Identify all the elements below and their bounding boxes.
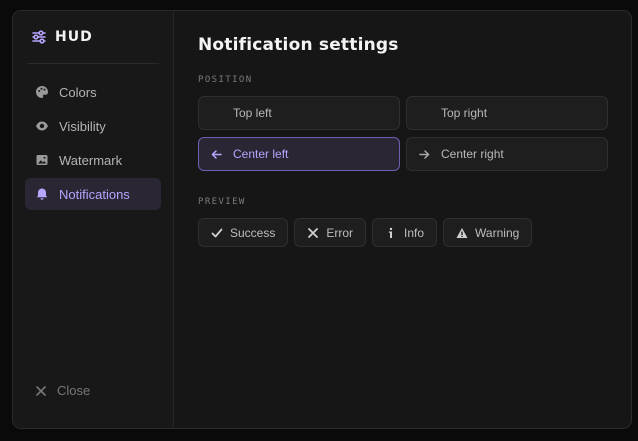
preview-buttons: Success Error Info Warning: [198, 218, 533, 247]
palette-icon: [35, 85, 49, 99]
sidebar-item-label: Colors: [59, 84, 97, 100]
eye-icon: [35, 119, 49, 133]
check-icon: [211, 227, 223, 239]
hud-settings-window: HUD Colors Visibility Watermark Notifica…: [12, 10, 632, 429]
close-icon: [35, 385, 47, 397]
brand: HUD: [31, 29, 93, 45]
warning-icon: [456, 227, 468, 239]
sidebar: HUD Colors Visibility Watermark Notifica…: [13, 11, 174, 428]
divider: [27, 63, 159, 64]
main-panel: Notification settings POSITION Top left …: [174, 11, 631, 428]
close-label: Close: [57, 383, 91, 398]
sidebar-item-label: Visibility: [59, 118, 106, 134]
sidebar-nav: Colors Visibility Watermark Notification…: [25, 76, 161, 212]
brand-name: HUD: [55, 29, 93, 45]
sidebar-item-visibility[interactable]: Visibility: [25, 110, 161, 142]
arrow-right-icon: [419, 149, 441, 160]
position-center-right-button[interactable]: Center right: [406, 137, 608, 171]
x-icon: [307, 227, 319, 239]
image-icon: [35, 153, 49, 167]
position-center-left-button[interactable]: Center left: [198, 137, 400, 171]
page-title: Notification settings: [198, 35, 399, 55]
close-button[interactable]: Close: [35, 383, 90, 398]
position-section-label: POSITION: [198, 75, 253, 85]
preview-error-button[interactable]: Error: [294, 218, 367, 247]
position-top-right-button[interactable]: Top right: [406, 96, 608, 130]
sidebar-item-label: Notifications: [59, 186, 130, 202]
info-icon: [385, 227, 397, 239]
sidebar-item-watermark[interactable]: Watermark: [25, 144, 161, 176]
preview-info-button[interactable]: Info: [372, 218, 438, 247]
arrow-left-icon: [211, 149, 233, 160]
preview-success-button[interactable]: Success: [198, 218, 289, 247]
sliders-icon: [31, 29, 47, 45]
sidebar-item-notifications[interactable]: Notifications: [25, 178, 161, 210]
bell-icon: [35, 187, 49, 201]
preview-section-label: PREVIEW: [198, 197, 246, 207]
sidebar-item-label: Watermark: [59, 152, 123, 168]
sidebar-item-colors[interactable]: Colors: [25, 76, 161, 108]
preview-warning-button[interactable]: Warning: [443, 218, 533, 247]
position-top-left-button[interactable]: Top left: [198, 96, 400, 130]
